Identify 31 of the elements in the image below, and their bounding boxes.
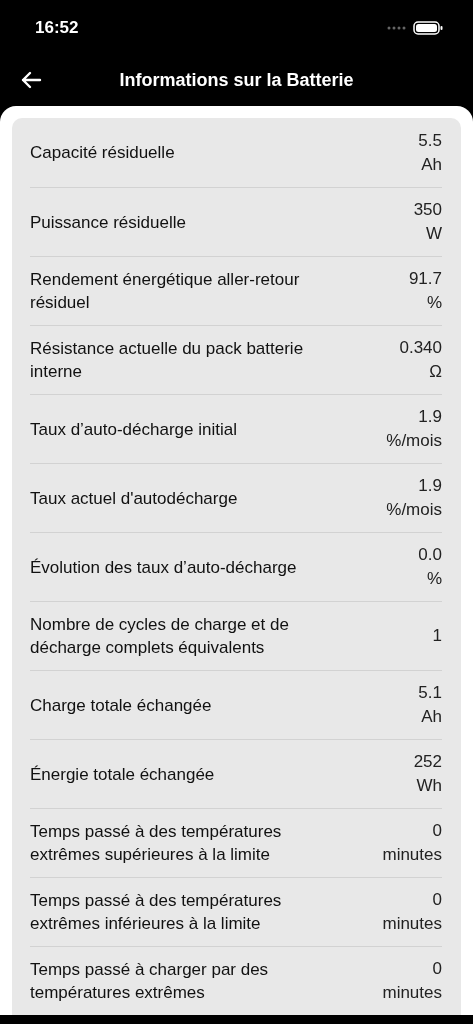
info-value: 0 minutes xyxy=(382,820,442,866)
info-label: Taux d’auto-décharge initial xyxy=(30,418,237,441)
info-value: 5.1 Ah xyxy=(418,682,442,728)
info-label: Rendement énergétique aller-retour résiduel xyxy=(30,269,301,314)
info-value: 252 Wh xyxy=(413,751,442,797)
info-label: Énergie totale échangée xyxy=(30,763,215,786)
info-value: 5.5 Ah xyxy=(418,129,442,176)
info-value: 0.340 Ω xyxy=(399,337,442,383)
signal-icon xyxy=(387,25,407,30)
back-arrow-icon[interactable] xyxy=(20,69,42,91)
info-label: Évolution des taux d’auto-décharge xyxy=(30,556,297,579)
info-value: 0 minutes xyxy=(382,889,442,935)
info-value: 1.9 %/mois xyxy=(386,475,442,521)
battery-icon xyxy=(413,20,443,35)
info-label: Temps passé à des températures extrêmes supérieures à la limite xyxy=(30,821,283,866)
info-label: Charge totale échangée xyxy=(30,694,212,717)
info-value: 0 minutes xyxy=(382,958,442,1004)
info-value: 0.0 % xyxy=(418,544,442,590)
info-label: Temps passé à des températures extrêmes inférieures à la limite xyxy=(30,890,283,935)
info-label: Temps passé à charger par des températures extrêmes xyxy=(30,959,270,1004)
screen-title: Informations sur la Batterie xyxy=(119,69,354,91)
info-label: Nombre de cycles de charge et de décharge complets équivalents xyxy=(30,614,290,659)
info-value: 350 W xyxy=(413,199,442,245)
info-value: 1 xyxy=(432,625,442,647)
info-label: Puissance résiduelle xyxy=(30,211,186,234)
status-time: 16:52 xyxy=(35,17,79,38)
info-value: 1.9 %/mois xyxy=(386,406,442,452)
info-value: 91.7 % xyxy=(408,268,442,314)
info-label: Capacité résiduelle xyxy=(30,142,175,164)
info-label: Résistance actuelle du pack batterie interne xyxy=(30,338,305,383)
info-label: Taux actuel d'autodécharge xyxy=(30,487,238,510)
